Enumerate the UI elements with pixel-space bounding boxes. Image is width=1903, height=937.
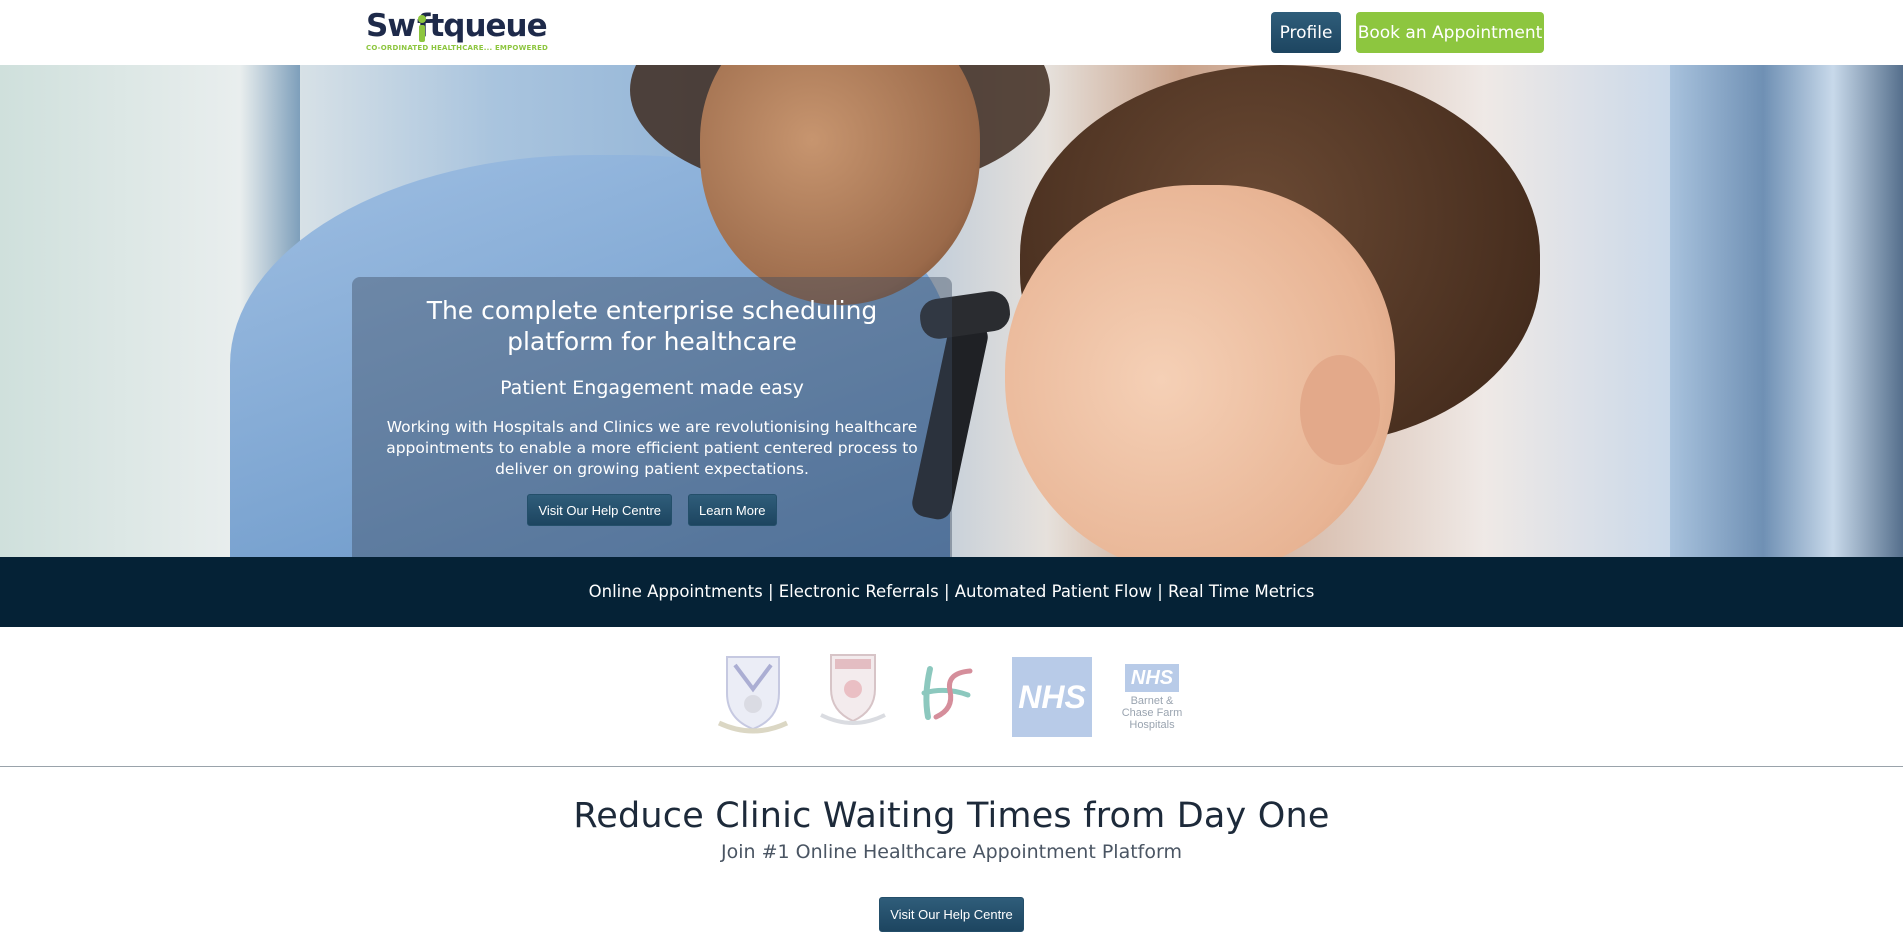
cta-title: Reduce Clinic Waiting Times from Day One xyxy=(573,796,1330,836)
learn-more-button[interactable]: Learn More xyxy=(688,494,777,526)
logo-tagline: CO-ORDINATED HEALTHCARE... EMPOWERED xyxy=(366,44,549,52)
nhs-barnet-logo: NHS Barnet & Chase Farm Hospitals xyxy=(1117,664,1187,731)
hero-title: The complete enterprise scheduling platf… xyxy=(426,296,878,356)
cta-subtitle: Join #1 Online Healthcare Appointment Pl… xyxy=(721,841,1182,863)
swiftqueue-logo[interactable]: Sw ftqueue CO-ORDINATED HEALTHCARE... EMP… xyxy=(366,8,549,53)
nhs-small-mark: NHS xyxy=(1124,664,1180,692)
profile-button[interactable]: Profile xyxy=(1271,12,1341,53)
features-text: Online Appointments | Electronic Referra… xyxy=(588,582,1315,601)
book-appointment-button[interactable]: Book an Appointment xyxy=(1356,12,1544,53)
site-header: Sw ftqueue CO-ORDINATED HEALTHCARE... EMP… xyxy=(0,0,1903,65)
hero-card: The complete enterprise scheduling platf… xyxy=(352,277,952,557)
hero-buttons: Visit Our Help Centre Learn More xyxy=(352,494,952,526)
visit-help-centre-button[interactable]: Visit Our Help Centre xyxy=(527,494,673,526)
nhs-trust-name: Barnet & Chase Farm Hospitals xyxy=(1121,695,1183,731)
hero-subtitle: Patient Engagement made easy xyxy=(500,377,804,399)
nhs-logo: NHS xyxy=(1012,657,1092,737)
hospital-shield-logo xyxy=(820,654,886,725)
logo-wordmark: Sw ftqueue xyxy=(366,8,548,44)
hospital-crest-logo xyxy=(717,656,789,734)
features-band: Online Appointments | Electronic Referra… xyxy=(0,557,1903,627)
hero-description: Working with Hospitals and Clinics we ar… xyxy=(386,418,918,478)
partner-logos: NHS NHS Barnet & Chase Farm Hospitals xyxy=(0,627,1903,767)
hse-logo xyxy=(921,666,973,720)
cta-help-centre-button[interactable]: Visit Our Help Centre xyxy=(879,897,1024,932)
